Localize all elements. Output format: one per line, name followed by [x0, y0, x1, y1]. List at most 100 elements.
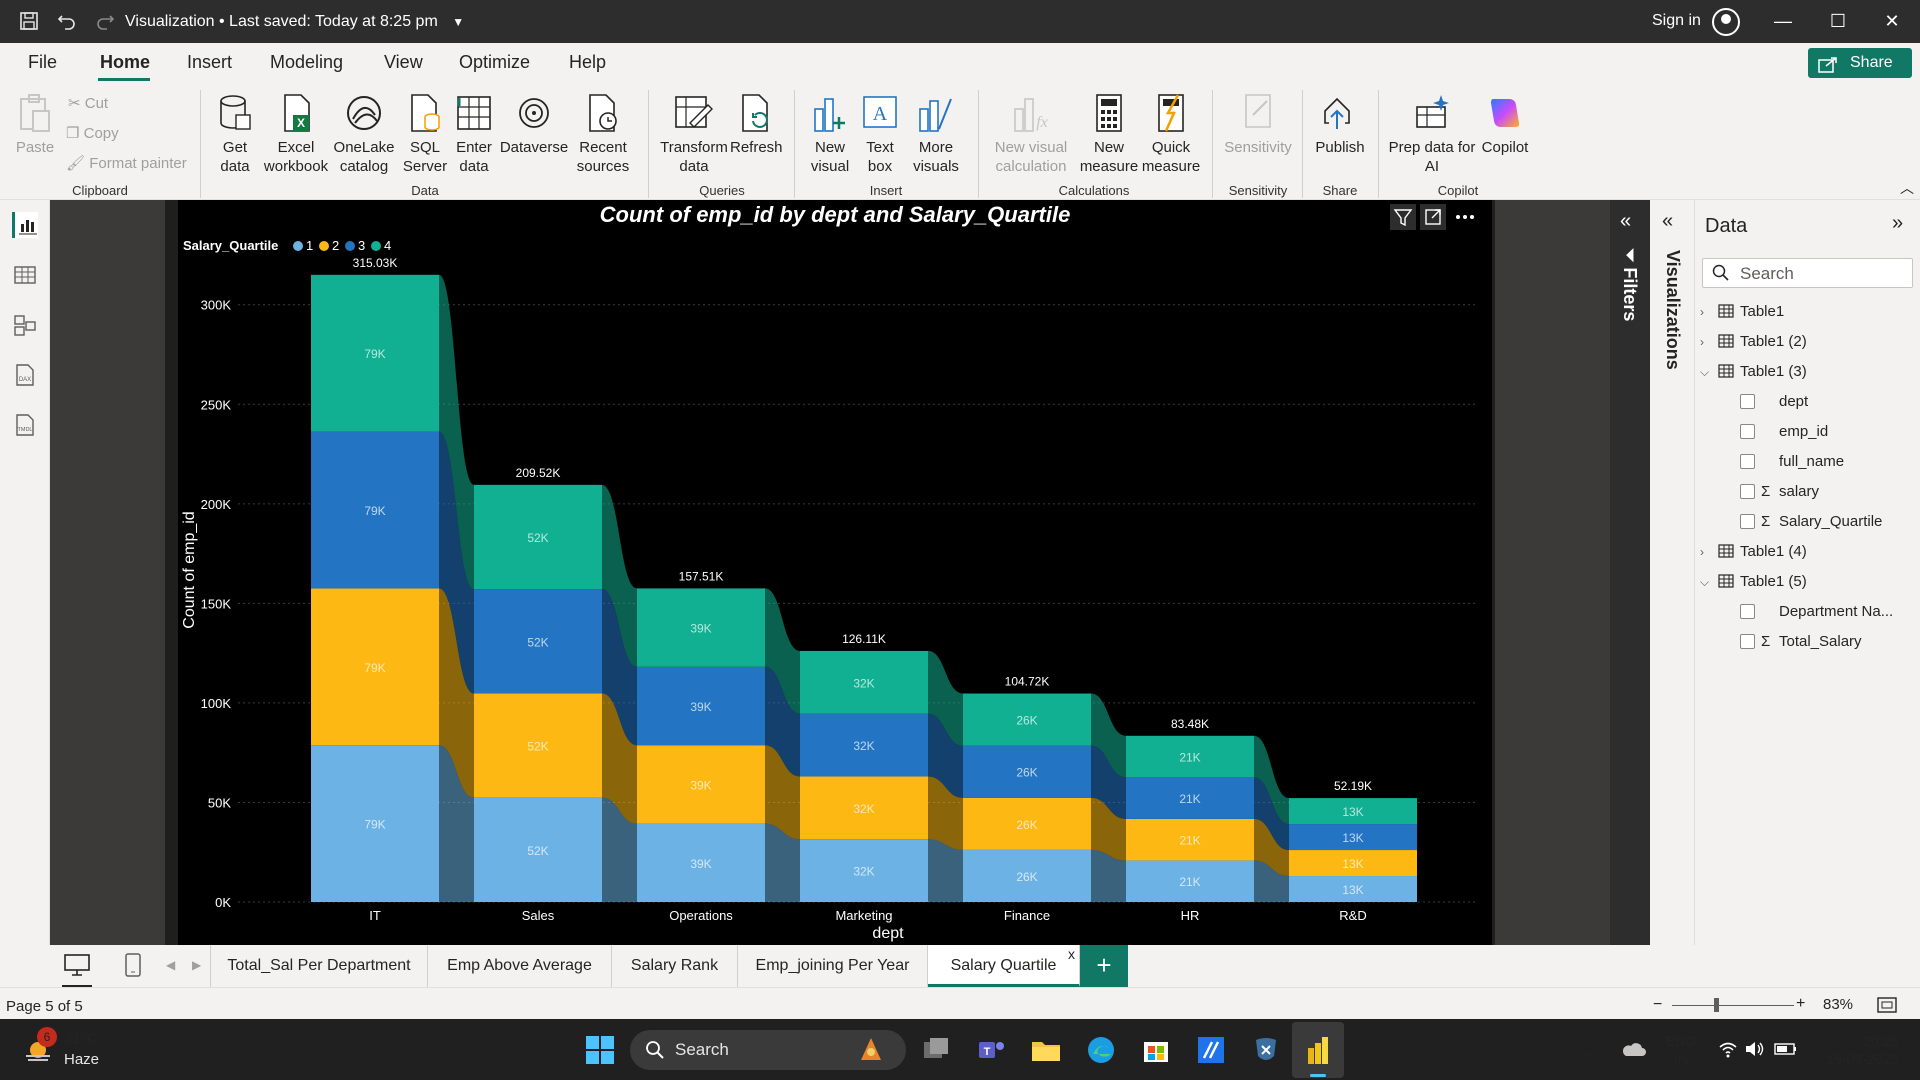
page-tab-emp-above-average[interactable]: Emp Above Average [428, 945, 612, 987]
redo-icon[interactable] [94, 10, 116, 32]
onedrive-icon[interactable] [1620, 1040, 1646, 1063]
paste-button[interactable]: Paste [12, 92, 58, 157]
table-node[interactable]: ⌵ Table1 (3) [1700, 360, 1807, 384]
excel-workbook-button[interactable]: X Excel workbook [262, 92, 330, 176]
microsoft-store-icon[interactable] [1140, 1034, 1172, 1066]
menu-view[interactable]: View [384, 52, 423, 73]
avatar-icon[interactable] [1712, 8, 1740, 36]
field-node[interactable]: emp_id [1740, 420, 1828, 444]
window-title[interactable]: Visualization • Last saved: Today at 8:2… [125, 13, 464, 31]
menu-insert[interactable]: Insert [187, 52, 232, 73]
chevron-down-icon[interactable]: ⌵ [1700, 570, 1718, 594]
next-page-icon[interactable]: ▶ [192, 958, 201, 972]
expand-visualizations-icon[interactable]: « [1662, 210, 1673, 233]
new-visual-button[interactable]: New visual [804, 92, 856, 176]
field-checkbox[interactable] [1740, 604, 1755, 619]
table-node[interactable]: ⌵ Table1 (5) [1700, 570, 1807, 594]
undo-icon[interactable] [56, 10, 78, 32]
wifi-icon[interactable] [1718, 1040, 1738, 1063]
quick-measure-button[interactable]: Quick measure [1140, 92, 1202, 176]
edge-browser-icon[interactable] [1085, 1034, 1117, 1066]
volume-icon[interactable] [1744, 1040, 1766, 1063]
field-checkbox[interactable] [1740, 394, 1755, 409]
field-checkbox[interactable] [1740, 634, 1755, 649]
visual-filter-icon[interactable] [1390, 204, 1416, 230]
cut-button[interactable]: ✂ Cut [68, 94, 108, 112]
power-bi-icon[interactable] [1302, 1034, 1334, 1066]
copilot-button[interactable]: Copilot [1478, 92, 1532, 157]
sign-in-link[interactable]: Sign in [1652, 12, 1701, 30]
field-node[interactable]: Σsalary [1740, 480, 1819, 504]
fit-to-page-icon[interactable] [1876, 996, 1898, 1019]
chevron-right-icon[interactable]: › [1700, 300, 1718, 324]
page-tab-salary-quartile[interactable]: Salary Quartile x [928, 945, 1080, 987]
table-view-icon[interactable] [12, 262, 38, 288]
vscode-icon[interactable] [1195, 1034, 1227, 1066]
text-box-button[interactable]: A Text box [856, 92, 904, 176]
close-tab-icon[interactable]: x [1068, 933, 1075, 975]
model-view-icon[interactable] [12, 312, 38, 338]
field-node[interactable]: Σ Salary_Quartile [1740, 510, 1882, 534]
menu-optimize[interactable]: Optimize [459, 52, 530, 73]
field-checkbox[interactable] [1740, 424, 1755, 439]
battery-icon[interactable] [1774, 1042, 1798, 1061]
table-node[interactable]: › Table1 (4) [1700, 540, 1807, 564]
clock[interactable]: 20:26 19-09-2025 [1818, 1032, 1898, 1068]
save-icon[interactable] [18, 10, 40, 32]
transform-data-button[interactable]: Transform data [658, 92, 730, 176]
add-page-button[interactable]: + [1080, 945, 1128, 987]
input-language[interactable]: ENG IN [1666, 1032, 1696, 1068]
file-explorer-icon[interactable] [1030, 1034, 1062, 1066]
field-checkbox[interactable] [1740, 484, 1755, 499]
onelake-catalog-button[interactable]: OneLake catalog [332, 92, 396, 176]
menu-modeling[interactable]: Modeling [270, 52, 343, 73]
menu-home[interactable]: Home [100, 52, 150, 73]
chevron-down-icon[interactable]: ▼ [452, 15, 464, 29]
more-visuals-button[interactable]: More visuals [904, 92, 968, 176]
more-options-icon[interactable] [1456, 215, 1474, 219]
collapse-ribbon-icon[interactable]: ︿ [1900, 178, 1914, 198]
prep-data-for-ai-button[interactable]: Prep data for AI [1384, 92, 1480, 176]
enter-data-button[interactable]: Enter data [450, 92, 498, 176]
data-search-input[interactable] [1702, 258, 1913, 288]
zoom-slider-thumb[interactable] [1714, 998, 1719, 1012]
mysql-workbench-icon[interactable] [1250, 1034, 1282, 1066]
menu-help[interactable]: Help [569, 52, 606, 73]
field-node[interactable]: dept [1740, 390, 1808, 414]
field-node[interactable]: full_name [1740, 450, 1844, 474]
report-view-icon[interactable] [12, 212, 38, 238]
publish-button[interactable]: Publish [1310, 92, 1370, 157]
dax-query-view-icon[interactable]: DAX [12, 362, 38, 388]
refresh-button[interactable]: Refresh [730, 92, 783, 157]
show-hidden-icons-chevron-icon[interactable]: ︿ [1582, 1038, 1598, 1062]
chevron-right-icon[interactable]: › [1700, 540, 1718, 564]
zoom-slider[interactable] [1672, 1005, 1794, 1006]
page-tab-emp-joining-per-year[interactable]: Emp_joining Per Year [738, 945, 928, 987]
copy-button[interactable]: ❐ Copy [66, 124, 119, 142]
visualizations-pane[interactable]: « Visualizations [1650, 200, 1695, 945]
sql-server-button[interactable]: SQL Server [400, 92, 450, 176]
zoom-out-icon[interactable]: − [1653, 996, 1662, 1014]
recent-sources-button[interactable]: Recent sources [570, 92, 636, 176]
mobile-layout-icon[interactable] [124, 952, 142, 983]
field-node[interactable]: Department Na... [1740, 600, 1893, 624]
table-node[interactable]: › Table1 [1700, 300, 1784, 324]
share-button[interactable]: Share ▼ [1808, 48, 1912, 100]
maximize-icon[interactable]: ☐ [1823, 8, 1853, 34]
field-checkbox[interactable] [1740, 454, 1755, 469]
page-tab-salary-rank[interactable]: Salary Rank [612, 945, 738, 987]
format-painter-button[interactable]: 🖌 Format painter [66, 154, 187, 172]
new-visual-calculation-button[interactable]: fx New visual calculation [986, 92, 1076, 176]
desktop-layout-icon[interactable] [62, 952, 92, 987]
chevron-down-icon[interactable]: ⌵ [1700, 360, 1718, 384]
close-icon[interactable]: ✕ [1877, 8, 1907, 34]
filters-pane[interactable]: « ⏷ Filters [1610, 200, 1650, 945]
minimize-icon[interactable]: — [1768, 8, 1798, 34]
field-node[interactable]: Σ Total_Salary [1740, 630, 1862, 654]
windows-start-icon[interactable] [584, 1034, 616, 1066]
new-measure-button[interactable]: New measure [1078, 92, 1140, 176]
sensitivity-button[interactable]: Sensitivity [1220, 92, 1296, 157]
task-view-icon[interactable] [920, 1034, 952, 1066]
dataverse-button[interactable]: Dataverse [498, 92, 570, 157]
collapse-data-pane-icon[interactable]: » [1892, 212, 1903, 235]
